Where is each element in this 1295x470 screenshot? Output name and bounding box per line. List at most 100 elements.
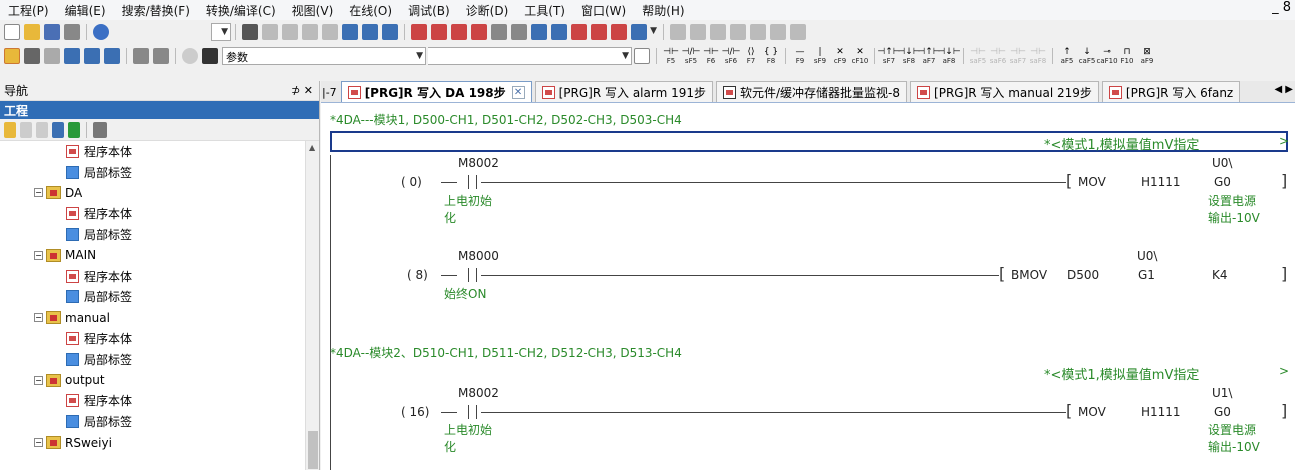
contact-symbol[interactable] [465, 268, 481, 282]
nav-add-icon[interactable] [4, 121, 16, 138]
ladder-tool-caf10[interactable]: ⊸ caF10 [1096, 47, 1117, 65]
close-tab-icon[interactable]: ✕ [511, 85, 525, 99]
dev-batch-icon[interactable] [64, 47, 80, 64]
menu-item[interactable]: 帮助(H) [634, 2, 692, 19]
project-window-icon[interactable] [4, 47, 20, 64]
cut-icon[interactable] [242, 23, 258, 40]
paste-icon[interactable] [282, 23, 298, 40]
dev-monitor-icon[interactable] [84, 47, 100, 64]
instruction[interactable]: MOV [1078, 175, 1106, 189]
ladder-delete-icon[interactable] [690, 23, 706, 40]
tree-item[interactable]: 程序本体 [0, 328, 319, 349]
menu-item[interactable]: 工程(P) [0, 2, 57, 19]
ladder-tool-saf5[interactable]: ⊣⊢ saF5 [968, 47, 988, 65]
watch-start-icon[interactable] [611, 23, 627, 40]
tab-scroll-arrows[interactable]: ◀ ▶ [1274, 84, 1293, 95]
menu-item[interactable]: 视图(V) [284, 2, 342, 19]
tree-item[interactable]: 局部标签 [0, 162, 319, 183]
operand[interactable]: D500 [1067, 268, 1099, 282]
nav-tree-icon[interactable] [93, 121, 107, 138]
page-icon[interactable] [634, 47, 650, 64]
ladder-tool-sf9[interactable]: | sF9 [810, 47, 830, 65]
menu-item[interactable]: 调试(B) [400, 2, 458, 19]
ladder-tool-saf8[interactable]: ⊣⊢ saF8 [1028, 47, 1048, 65]
binoculars-icon[interactable] [202, 47, 218, 64]
scroll-thumb[interactable] [308, 431, 318, 469]
editor-tab[interactable]: [PRG]R 写入 6fanz [1101, 81, 1241, 102]
operand[interactable]: G1 [1138, 268, 1155, 282]
compile-icon[interactable] [451, 23, 467, 40]
ladder-tool-f8[interactable]: { } F8 [761, 47, 781, 65]
operand[interactable]: H1111 [1141, 405, 1181, 419]
print-icon[interactable] [64, 23, 80, 40]
tree-item[interactable]: − DA [0, 183, 319, 204]
ladder-tool-saf6[interactable]: ⊣⊢ saF6 [988, 47, 1008, 65]
menu-item[interactable]: 在线(O) [341, 2, 400, 19]
menu-item[interactable]: 编辑(E) [57, 2, 114, 19]
ladder-tool-sf5[interactable]: ⊣/⊢ sF5 [681, 47, 701, 65]
dev-a-icon[interactable] [531, 23, 547, 40]
ladder-editor[interactable]: *4DA---模块1, D500-CH1, D501-CH2, D502-CH3… [321, 103, 1295, 470]
ladder-tool-f5[interactable]: ⊣⊢ F5 [661, 47, 681, 65]
nav-property-icon[interactable] [52, 121, 64, 138]
menu-item[interactable]: 窗口(W) [573, 2, 634, 19]
device-search-icon[interactable] [342, 23, 358, 40]
contact-device[interactable]: M8002 [458, 156, 499, 170]
collapse-icon[interactable]: − [34, 313, 43, 323]
operand[interactable]: U0\ [1137, 249, 1157, 263]
nav-pin-close[interactable]: ⊅ ✕ [291, 84, 313, 97]
editor-tab[interactable]: [PRG]R 写入 manual 219步 [910, 81, 1099, 102]
contact-device[interactable]: M8000 [458, 249, 499, 263]
nav-copy-icon[interactable] [20, 121, 32, 138]
open-folder-icon[interactable] [24, 23, 40, 40]
redo-icon[interactable] [322, 23, 338, 40]
collapse-icon[interactable]: − [34, 438, 43, 448]
write-plc-icon[interactable] [411, 23, 427, 40]
tree-item[interactable]: 局部标签 [0, 224, 319, 245]
ladder-tool-f10[interactable]: ⊓ F10 [1117, 47, 1137, 65]
copy-icon[interactable] [262, 23, 278, 40]
watch-register-icon[interactable] [591, 23, 607, 40]
ladder-tool-sf7[interactable]: ⊣↑⊢ sF7 [877, 47, 900, 65]
instruction[interactable]: BMOV [1011, 268, 1047, 282]
property-icon[interactable] [24, 47, 40, 64]
dev-b-icon[interactable] [551, 23, 567, 40]
tree-item[interactable]: 程序本体 [0, 141, 319, 162]
tab-overflow-left[interactable]: |-7 [321, 86, 341, 102]
nav-paste-icon[interactable] [36, 121, 48, 138]
monitor-start-icon[interactable] [491, 23, 507, 40]
ladder-tool-af8[interactable]: ⊣↓⊢ aF8 [937, 47, 960, 65]
tree-item[interactable]: 程序本体 [0, 266, 319, 287]
collapse-icon[interactable]: − [34, 188, 43, 198]
tree-item[interactable]: 局部标签 [0, 411, 319, 432]
collapse-icon[interactable]: − [34, 250, 43, 260]
tree-item[interactable]: 程序本体 [0, 391, 319, 412]
editor-tab[interactable]: [PRG]R 写入 DA 198步 ✕ [340, 81, 532, 102]
ladder-tool-sf8[interactable]: ⊣↓⊢ sF8 [897, 47, 920, 65]
filter-icon[interactable] [133, 47, 149, 64]
help-icon[interactable] [93, 23, 109, 40]
output-window-icon[interactable] [44, 47, 60, 64]
window-minimize-button[interactable]: _ 8 [1272, 0, 1291, 15]
dev-test-icon[interactable] [104, 47, 120, 64]
instruction[interactable]: MOV [1078, 405, 1106, 419]
tree-item[interactable]: − RSweiyi [0, 432, 319, 453]
operand[interactable]: U1\ [1212, 386, 1232, 400]
ladder-tool-af9[interactable]: ⊠ aF9 [1137, 47, 1157, 65]
nav-scrollbar[interactable]: ▲ [305, 141, 319, 470]
contact-symbol[interactable] [465, 175, 481, 189]
tree-item[interactable]: − MAIN [0, 245, 319, 266]
param-value-dropdown[interactable]: ▼ [428, 46, 632, 65]
tree-item[interactable]: 局部标签 [0, 349, 319, 370]
operand[interactable]: U0\ [1212, 156, 1232, 170]
contact-symbol[interactable] [465, 405, 481, 419]
tree-item[interactable]: 程序本体 [0, 203, 319, 224]
editor-tab[interactable]: 软元件/缓冲存储器批量监视-8 [716, 81, 908, 102]
menu-item[interactable]: 诊断(D) [458, 2, 517, 19]
ladder-tool-saf7[interactable]: ⊣⊢ saF7 [1008, 47, 1028, 65]
operand[interactable]: K4 [1212, 268, 1228, 282]
operand[interactable]: G0 [1214, 405, 1231, 419]
ladder-stmt-icon[interactable] [750, 23, 766, 40]
ladder-tool-cf9[interactable]: ✕ cF9 [830, 47, 850, 65]
tree-item[interactable]: − output [0, 370, 319, 391]
